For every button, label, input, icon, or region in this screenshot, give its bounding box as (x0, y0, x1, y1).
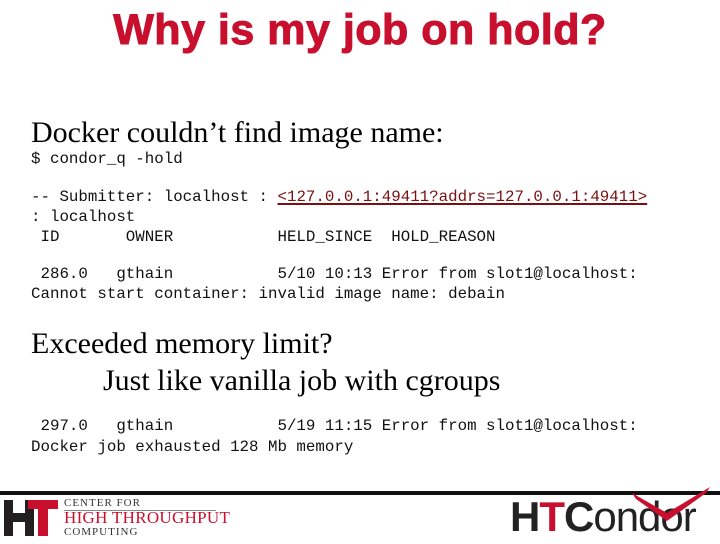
htcondor-logo: HTCondor (505, 487, 720, 540)
job-286-line2: Cannot start container: invalid image na… (31, 285, 505, 303)
submitter-host-line: : localhost (31, 208, 136, 226)
submitter-prefix: -- Submitter: localhost : (31, 188, 278, 206)
section2-heading: Exceeded memory limit? (31, 327, 333, 360)
job-286-line1: 286.0 gthain 5/10 10:13 Error from slot1… (31, 265, 638, 283)
submitter-address-link[interactable]: <127.0.0.1:49411?addrs=127.0.0.1:49411> (277, 188, 647, 206)
section2-subheading: Just like vanilla job with cgroups (103, 364, 501, 397)
chtc-line2: HIGH THROUGHPUT (64, 508, 231, 527)
chtc-logo: CENTER FOR HIGH THROUGHPUT COMPUTING (2, 497, 232, 539)
submitter-line: -- Submitter: localhost : <127.0.0.1:494… (31, 187, 647, 207)
logo-t: T (539, 493, 565, 540)
condor-wing-icon (632, 487, 710, 521)
ht-mark-icon (4, 500, 58, 536)
command-line: $ condor_q -hold (31, 150, 183, 168)
columns-header: ID OWNER HELD_SINCE HOLD_REASON (31, 228, 496, 246)
logo-h: H (510, 493, 540, 540)
logo-c: C (564, 493, 594, 540)
job-297-line2: Docker job exhausted 128 Mb memory (31, 438, 354, 456)
section1-heading: Docker couldn’t find image name: (31, 116, 444, 149)
slide-title: Why is my job on hold? (113, 6, 607, 55)
job-297-line1: 297.0 gthain 5/19 11:15 Error from slot1… (31, 417, 638, 435)
chtc-line3: COMPUTING (64, 526, 139, 538)
